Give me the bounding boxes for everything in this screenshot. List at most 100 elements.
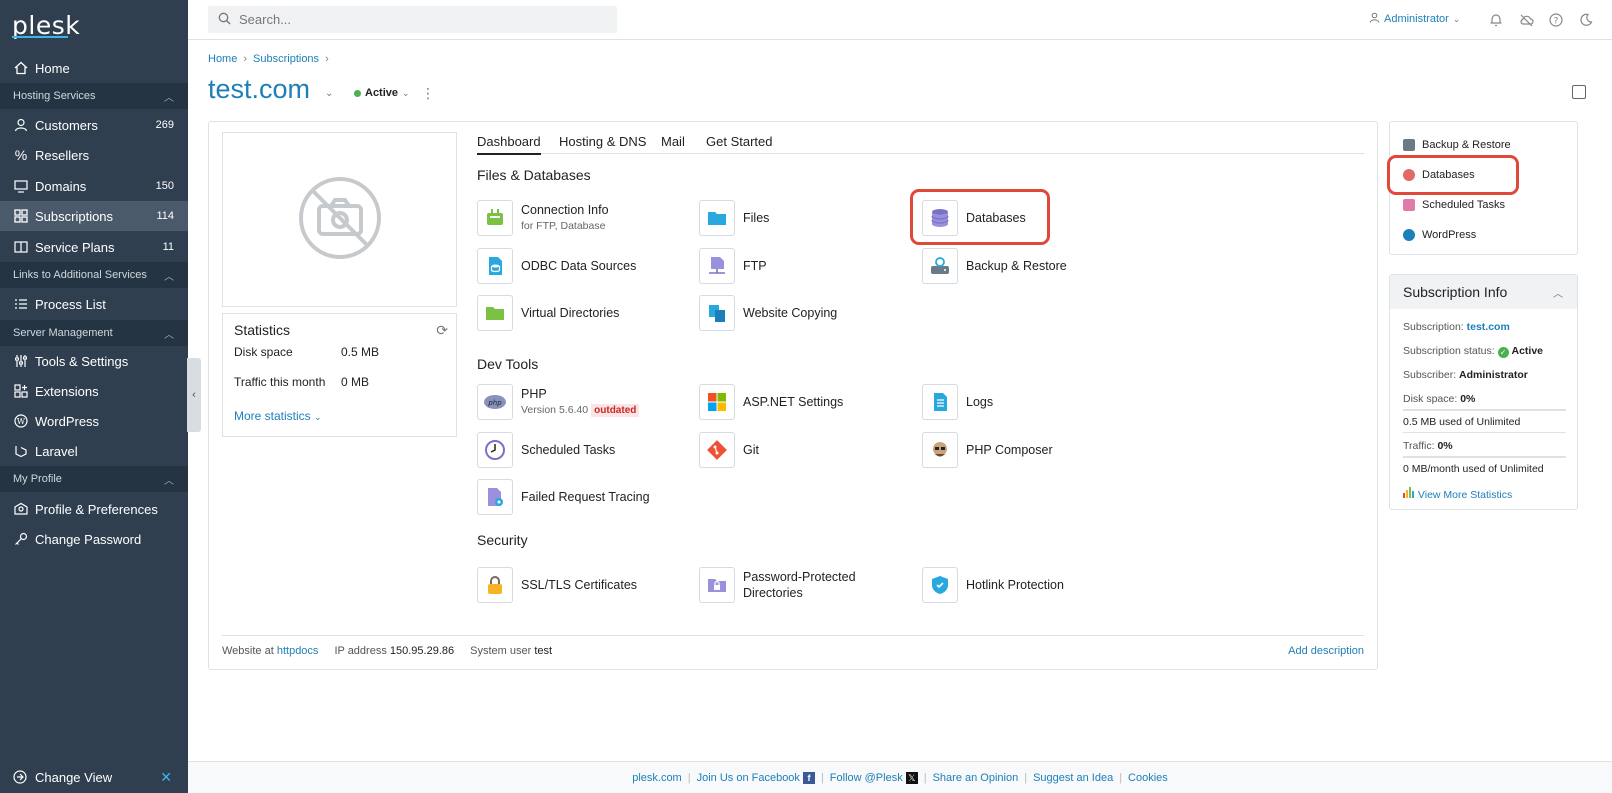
system-user-value: test: [534, 645, 553, 657]
sidebar-item-profile-preferences[interactable]: Profile & Preferences: [0, 494, 188, 524]
tab-hosting-dns[interactable]: Hosting & DNS: [559, 134, 646, 153]
sliders-icon: [13, 353, 29, 369]
tool-logs[interactable]: Logs: [922, 384, 993, 420]
tab-get-started[interactable]: Get Started: [706, 134, 772, 153]
label: Disk space:: [1403, 393, 1458, 405]
notifications-icon[interactable]: [1488, 12, 1504, 28]
cloud-off-icon[interactable]: [1518, 12, 1534, 28]
change-view-button[interactable]: Change View ✕: [0, 761, 188, 793]
close-icon[interactable]: ✕: [160, 769, 172, 786]
tool-backup-restore[interactable]: Backup & Restore: [922, 248, 1067, 284]
tool-ftp[interactable]: FTP: [699, 248, 767, 284]
subscriber-row: Subscriber: Administrator: [1403, 369, 1528, 381]
subscription-row: Subscription: test.com: [1403, 321, 1510, 333]
tool-connection-info[interactable]: Connection Info for FTP, Database: [477, 200, 609, 236]
footer-link-facebook[interactable]: Join Us on Facebook f: [693, 771, 819, 784]
footer-link-plesk[interactable]: plesk.com: [628, 772, 686, 784]
panel-toggle-icon[interactable]: [1572, 85, 1586, 99]
footer-link-x[interactable]: Follow @Plesk 𝕏: [826, 771, 922, 784]
ip-value: 150.95.29.86: [389, 645, 455, 657]
footer-link-idea[interactable]: Suggest an Idea: [1029, 772, 1117, 784]
composer-icon: [922, 432, 958, 468]
sidebar-item-laravel[interactable]: Laravel: [0, 436, 188, 466]
sidebar-item-extensions[interactable]: Extensions: [0, 376, 188, 406]
svg-text:W: W: [17, 417, 26, 426]
status-dot: [354, 89, 361, 97]
tool-odbc[interactable]: ODBC Data Sources: [477, 248, 636, 284]
tool-files[interactable]: Files: [699, 200, 769, 236]
section-security: Security: [477, 532, 528, 548]
tool-password-protected-directories[interactable]: Password-Protected Directories: [699, 567, 863, 603]
sidebar-item-change-password[interactable]: Change Password: [0, 524, 188, 554]
tool-label: Files: [743, 211, 770, 225]
check-circle-icon: ✓: [1497, 347, 1509, 358]
breadcrumb-home[interactable]: Home: [208, 53, 237, 65]
quick-link-backup[interactable]: Backup & Restore: [1403, 139, 1511, 151]
sidebar-collapse-handle[interactable]: ‹: [187, 358, 201, 432]
sidebar-section-additional-services[interactable]: Links to Additional Services ︿: [0, 262, 188, 288]
divider: [1403, 432, 1566, 433]
tab-dashboard[interactable]: Dashboard: [477, 134, 541, 155]
tool-failed-request-tracing[interactable]: Failed Request Tracing: [477, 479, 650, 515]
stat-disk: Disk space 0.5 MB: [234, 345, 379, 359]
sidebar-item-domains[interactable]: Domains 150: [0, 171, 188, 201]
sidebar-item-wordpress[interactable]: W WordPress: [0, 406, 188, 436]
sidebar-item-resellers[interactable]: % Resellers: [0, 140, 188, 170]
sidebar-item-subscriptions[interactable]: Subscriptions 114: [0, 201, 188, 231]
refresh-icon[interactable]: ⟳: [436, 322, 448, 339]
footer-link-opinion[interactable]: Share an Opinion: [929, 772, 1023, 784]
sidebar-item-tools-settings[interactable]: Tools & Settings: [0, 346, 188, 376]
book-icon: [13, 239, 29, 255]
tool-virtual-directories[interactable]: Virtual Directories: [477, 295, 619, 331]
search-box[interactable]: [208, 6, 617, 33]
tool-aspnet-settings[interactable]: ASP.NET Settings: [699, 384, 843, 420]
sidebar-section-hosting-services[interactable]: Hosting Services ︿: [0, 83, 188, 109]
count-badge: 150: [155, 180, 174, 192]
sidebar-item-customers[interactable]: Customers 269: [0, 110, 188, 140]
tool-hotlink-protection[interactable]: Hotlink Protection: [922, 567, 1064, 603]
tool-git[interactable]: Git: [699, 432, 759, 468]
site-info: Website at httpdocs IP address 150.95.29…: [222, 645, 552, 657]
tool-php-composer[interactable]: PHP Composer: [922, 432, 1053, 468]
subscription-link[interactable]: test.com: [1467, 321, 1510, 333]
disk-value: 0%: [1460, 393, 1476, 405]
subscriber-value: Administrator: [1459, 369, 1528, 381]
quick-link-wordpress[interactable]: WordPress: [1403, 229, 1476, 241]
tool-sublabel: for FTP, Database: [521, 220, 606, 232]
more-actions-icon[interactable]: ⋮: [421, 85, 435, 102]
subscription-info-header[interactable]: Subscription Info ︿: [1390, 275, 1577, 309]
php-version: Version 5.6.40: [521, 403, 589, 416]
breadcrumb-subscriptions[interactable]: Subscriptions: [253, 53, 319, 65]
quick-link-scheduled-tasks[interactable]: Scheduled Tasks: [1403, 199, 1505, 211]
dark-mode-icon[interactable]: [1578, 12, 1594, 28]
user-icon: [13, 117, 29, 133]
tool-label: Website Copying: [743, 306, 838, 320]
sidebar-item-service-plans[interactable]: Service Plans 11: [0, 232, 188, 262]
search-input[interactable]: [239, 12, 599, 27]
tool-php[interactable]: php PHP Version 5.6.40 outdated: [477, 384, 640, 420]
more-statistics-label: More statistics: [234, 409, 311, 423]
page-title[interactable]: test.com: [208, 74, 310, 105]
sidebar-item-process-list[interactable]: Process List: [0, 289, 188, 319]
more-statistics-link[interactable]: More statistics ⌄: [234, 409, 322, 423]
footer-link-cookies[interactable]: Cookies: [1124, 772, 1172, 784]
add-description-link[interactable]: Add description: [1288, 645, 1364, 657]
view-more-statistics-link[interactable]: View More Statistics: [1403, 487, 1512, 501]
tool-label: Hotlink Protection: [966, 578, 1064, 592]
tool-ssl-certificates[interactable]: SSL/TLS Certificates: [477, 567, 637, 603]
website-docroot-link[interactable]: httpdocs: [277, 645, 319, 657]
chevron-down-icon[interactable]: ⌄: [325, 88, 333, 99]
tool-scheduled-tasks[interactable]: Scheduled Tasks: [477, 432, 615, 468]
sidebar-section-my-profile[interactable]: My Profile ︿: [0, 466, 188, 492]
tool-website-copying[interactable]: Website Copying: [699, 295, 837, 331]
card-footer-divider: [222, 635, 1364, 636]
help-icon[interactable]: ?: [1548, 12, 1564, 28]
sidebar-item-home[interactable]: Home: [0, 53, 188, 83]
user-menu[interactable]: Administrator ⌄: [1369, 12, 1460, 26]
status-dropdown[interactable]: Active ⌄: [354, 87, 410, 99]
sidebar-section-server-management[interactable]: Server Management ︿: [0, 320, 188, 346]
disk-usage-bar: [1403, 409, 1566, 411]
windows-icon: [699, 384, 735, 420]
tab-mail[interactable]: Mail: [661, 134, 685, 153]
sidebar-item-label: Domains: [35, 178, 87, 194]
